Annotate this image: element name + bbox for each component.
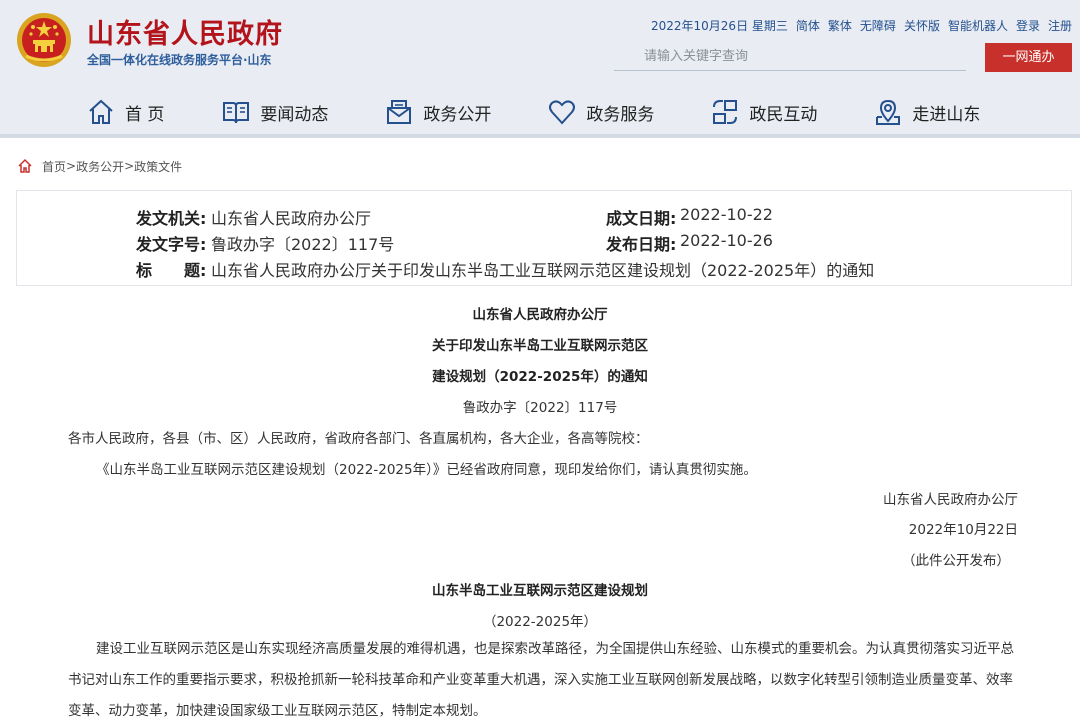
interaction-icon <box>710 97 740 127</box>
heading-subject-1: 关于印发山东半岛工业互联网示范区 <box>432 338 648 354</box>
smart-robot-link[interactable]: 智能机器人 <box>948 17 1008 34</box>
main-nav: 首 页 要闻动态 政务公开 政务服务 政民互动 走进山东 <box>86 90 980 134</box>
book-icon <box>221 97 251 127</box>
search-input[interactable] <box>614 43 966 70</box>
title-label: 标 题: <box>136 261 207 280</box>
breadcrumb-government-affairs[interactable]: 政务公开 <box>76 158 124 175</box>
home-icon <box>18 158 32 173</box>
top-links: 2022年10月26日 星期三 简体 繁体 无障碍 关怀版 智能机器人 登录 注… <box>651 17 1072 34</box>
document-meta-box: 发文机关: 山东省人民政府办公厅 成文日期: 2022-10-22 发文字号: … <box>16 190 1072 286</box>
site-subtitle: 全国一体化在线政务服务平台·山东 <box>87 53 272 67</box>
simplified-chinese-link[interactable]: 简体 <box>796 17 820 34</box>
national-emblem-icon[interactable] <box>16 12 72 68</box>
recipients: 各市人民政府，各县（市、区）人民政府，省政府各部门、各直属机构，各大企业，各高等… <box>68 431 649 447</box>
doc-number-value: 鲁政办字〔2022〕117号 <box>211 235 395 254</box>
login-link[interactable]: 登录 <box>1016 17 1040 34</box>
document-number: 鲁政办字〔2022〕117号 <box>462 400 618 416</box>
nav-home-label: 首 页 <box>125 104 165 125</box>
nav-government-affairs-label: 政务公开 <box>423 104 492 125</box>
site-header: 山东省人民政府 全国一体化在线政务服务平台·山东 2022年10月26日 星期三… <box>0 0 1080 138</box>
title-value: 山东省人民政府办公厅关于印发山东半岛工业互联网示范区建设规划（2022-2025… <box>211 261 875 280</box>
signature-date: 2022年10月22日 <box>908 522 1018 538</box>
heart-icon <box>547 97 577 127</box>
publish-date-label: 发布日期: <box>606 235 677 254</box>
nav-about-shandong-label: 走进山东 <box>912 104 981 125</box>
plan-title: 山东半岛工业互联网示范区建设规划 <box>432 583 648 599</box>
publish-note: （此件公开发布） <box>902 553 1010 569</box>
home-icon <box>86 97 116 127</box>
nav-public-interaction[interactable]: 政民互动 <box>710 90 817 134</box>
map-pin-icon <box>873 97 903 127</box>
publish-date-value: 2022-10-26 <box>680 231 773 250</box>
issuer-label: 发文机关: <box>136 209 207 228</box>
nav-government-services[interactable]: 政务服务 <box>547 90 654 134</box>
register-link[interactable]: 注册 <box>1048 17 1072 34</box>
breadcrumb-separator: > <box>124 159 135 173</box>
nav-home[interactable]: 首 页 <box>86 90 164 134</box>
site-title[interactable]: 山东省人民政府 <box>87 12 283 51</box>
doc-number-label: 发文字号: <box>136 235 207 254</box>
breadcrumb: 首页 > 政务公开 > 政策文件 <box>17 157 182 175</box>
search-box <box>614 43 966 71</box>
nav-government-affairs[interactable]: 政务公开 <box>384 90 491 134</box>
elderly-mode-link[interactable]: 关怀版 <box>904 17 940 34</box>
notice-body: 《山东半岛工业互联网示范区建设规划（2022-2025年）》已经省政府同意，现印… <box>96 462 757 478</box>
nav-news[interactable]: 要闻动态 <box>221 90 328 134</box>
date-written-value: 2022-10-22 <box>680 205 773 224</box>
heading-issuer: 山东省人民政府办公厅 <box>472 307 608 323</box>
mail-icon <box>384 97 414 127</box>
traditional-chinese-link[interactable]: 繁体 <box>828 17 852 34</box>
plan-intro-paragraph: 建设工业互联网示范区是山东实现经济高质量发展的难得机遇，也是探索改革路径，为全国… <box>68 641 1014 719</box>
date-written-label: 成文日期: <box>606 209 677 228</box>
signature-issuer: 山东省人民政府办公厅 <box>883 492 1018 508</box>
nav-about-shandong[interactable]: 走进山东 <box>873 90 980 134</box>
nav-public-interaction-label: 政民互动 <box>749 104 818 125</box>
nav-government-services-label: 政务服务 <box>586 104 655 125</box>
plan-years: （2022-2025年） <box>482 614 598 630</box>
current-date: 2022年10月26日 星期三 <box>650 19 788 33</box>
one-stop-service-button[interactable]: 一网通办 <box>985 43 1072 72</box>
issuer-value: 山东省人民政府办公厅 <box>211 209 372 228</box>
accessibility-link[interactable]: 无障碍 <box>860 17 896 34</box>
nav-news-label: 要闻动态 <box>260 104 329 125</box>
breadcrumb-separator: > <box>66 159 77 173</box>
breadcrumb-home[interactable]: 首页 <box>42 158 66 175</box>
breadcrumb-policy-documents[interactable]: 政策文件 <box>134 158 182 175</box>
heading-subject-2: 建设规划（2022-2025年）的通知 <box>432 369 648 385</box>
header-divider <box>0 134 1080 138</box>
